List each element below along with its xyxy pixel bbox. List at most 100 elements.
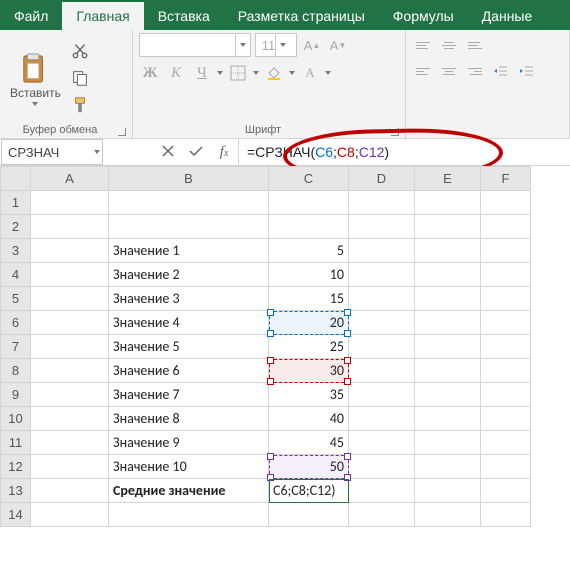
format-painter-button[interactable] [71,96,89,117]
cell[interactable] [31,431,109,455]
borders-button[interactable] [227,62,249,84]
cell[interactable] [31,383,109,407]
cell[interactable] [349,359,415,383]
tab-page-layout[interactable]: Разметка страницы [224,0,379,30]
col-header-F[interactable]: F [481,167,531,191]
font-name-combo[interactable] [139,33,251,57]
col-header-C[interactable]: C [269,167,349,191]
enter-formula-button[interactable] [188,145,204,160]
increase-font-button[interactable]: A▲ [301,34,323,56]
cell[interactable] [349,311,415,335]
align-left-button[interactable] [412,60,434,82]
cell[interactable] [415,431,481,455]
cell[interactable] [415,479,481,503]
cell[interactable]: 15 [269,287,349,311]
cell[interactable]: 5 [269,239,349,263]
cell[interactable] [481,215,531,239]
font-color-button[interactable]: A [299,62,321,84]
tab-insert[interactable]: Вставка [144,0,224,30]
cell[interactable]: 30 [269,359,349,383]
row-header[interactable]: 9 [1,383,31,407]
cell[interactable]: Значение 2 [109,263,269,287]
tab-data[interactable]: Данные [468,0,547,30]
row-header[interactable]: 6 [1,311,31,335]
cell[interactable] [481,311,531,335]
select-all-corner[interactable] [1,167,31,191]
cell[interactable] [269,191,349,215]
row-header[interactable]: 10 [1,407,31,431]
cell[interactable]: Значение 1 [109,239,269,263]
cell[interactable] [31,455,109,479]
row-header[interactable]: 8 [1,359,31,383]
cell[interactable] [481,383,531,407]
cell[interactable] [31,335,109,359]
cell[interactable] [349,503,415,527]
row-header[interactable]: 12 [1,455,31,479]
cell[interactable]: Значение 8 [109,407,269,431]
cell[interactable] [109,191,269,215]
cell[interactable] [481,503,531,527]
cell[interactable] [415,191,481,215]
cell[interactable] [415,311,481,335]
cell[interactable] [481,287,531,311]
align-middle-button[interactable] [438,34,460,56]
fill-color-button[interactable] [263,62,285,84]
cell[interactable] [415,383,481,407]
cancel-formula-button[interactable] [160,145,176,160]
cell[interactable] [31,479,109,503]
cell[interactable] [31,215,109,239]
align-top-button[interactable] [412,34,434,56]
row-header[interactable]: 14 [1,503,31,527]
font-size-combo[interactable]: 11 [255,33,297,57]
col-header-E[interactable]: E [415,167,481,191]
cell[interactable] [269,503,349,527]
tab-home[interactable]: Главная [62,0,143,30]
align-bottom-button[interactable] [464,34,486,56]
bold-button[interactable]: Ж [139,62,161,84]
decrease-font-button[interactable]: A▼ [327,34,349,56]
cell[interactable] [31,359,109,383]
align-right-button[interactable] [464,60,486,82]
cell[interactable] [349,455,415,479]
cell[interactable] [349,191,415,215]
cell[interactable] [349,263,415,287]
cell[interactable] [415,359,481,383]
italic-button[interactable]: К [165,62,187,84]
cell[interactable]: Значение 3 [109,287,269,311]
cell[interactable]: Значение 7 [109,383,269,407]
cell[interactable]: 50 [269,455,349,479]
decrease-indent-button[interactable] [490,60,512,82]
cell[interactable] [31,503,109,527]
cell[interactable] [31,407,109,431]
cell[interactable] [31,287,109,311]
cell[interactable]: Значение 6 [109,359,269,383]
cell[interactable] [415,335,481,359]
cell[interactable] [415,455,481,479]
increase-indent-button[interactable] [516,60,538,82]
insert-function-button[interactable]: fx [216,144,232,161]
cell[interactable] [349,215,415,239]
cell[interactable] [31,191,109,215]
row-header[interactable]: 11 [1,431,31,455]
cell[interactable]: 45 [269,431,349,455]
cell[interactable] [349,479,415,503]
cell[interactable] [31,311,109,335]
cell[interactable] [415,503,481,527]
col-header-D[interactable]: D [349,167,415,191]
row-header[interactable]: 4 [1,263,31,287]
cell[interactable]: Средние значение [109,479,269,503]
font-dialog-launcher[interactable] [387,124,399,136]
row-header[interactable]: 1 [1,191,31,215]
row-header[interactable]: 7 [1,335,31,359]
paste-button[interactable]: Вставить [6,50,65,106]
cell[interactable]: Значение 9 [109,431,269,455]
cell[interactable]: 25 [269,335,349,359]
cell[interactable] [415,239,481,263]
cell[interactable] [349,383,415,407]
cell[interactable] [31,239,109,263]
cell[interactable] [415,263,481,287]
spreadsheet-grid[interactable]: A B C D E F 123Значение 154Значение 2105… [0,166,570,527]
cell[interactable]: C6;C8;C12) [269,479,349,503]
copy-button[interactable] [71,69,89,90]
row-header[interactable]: 5 [1,287,31,311]
